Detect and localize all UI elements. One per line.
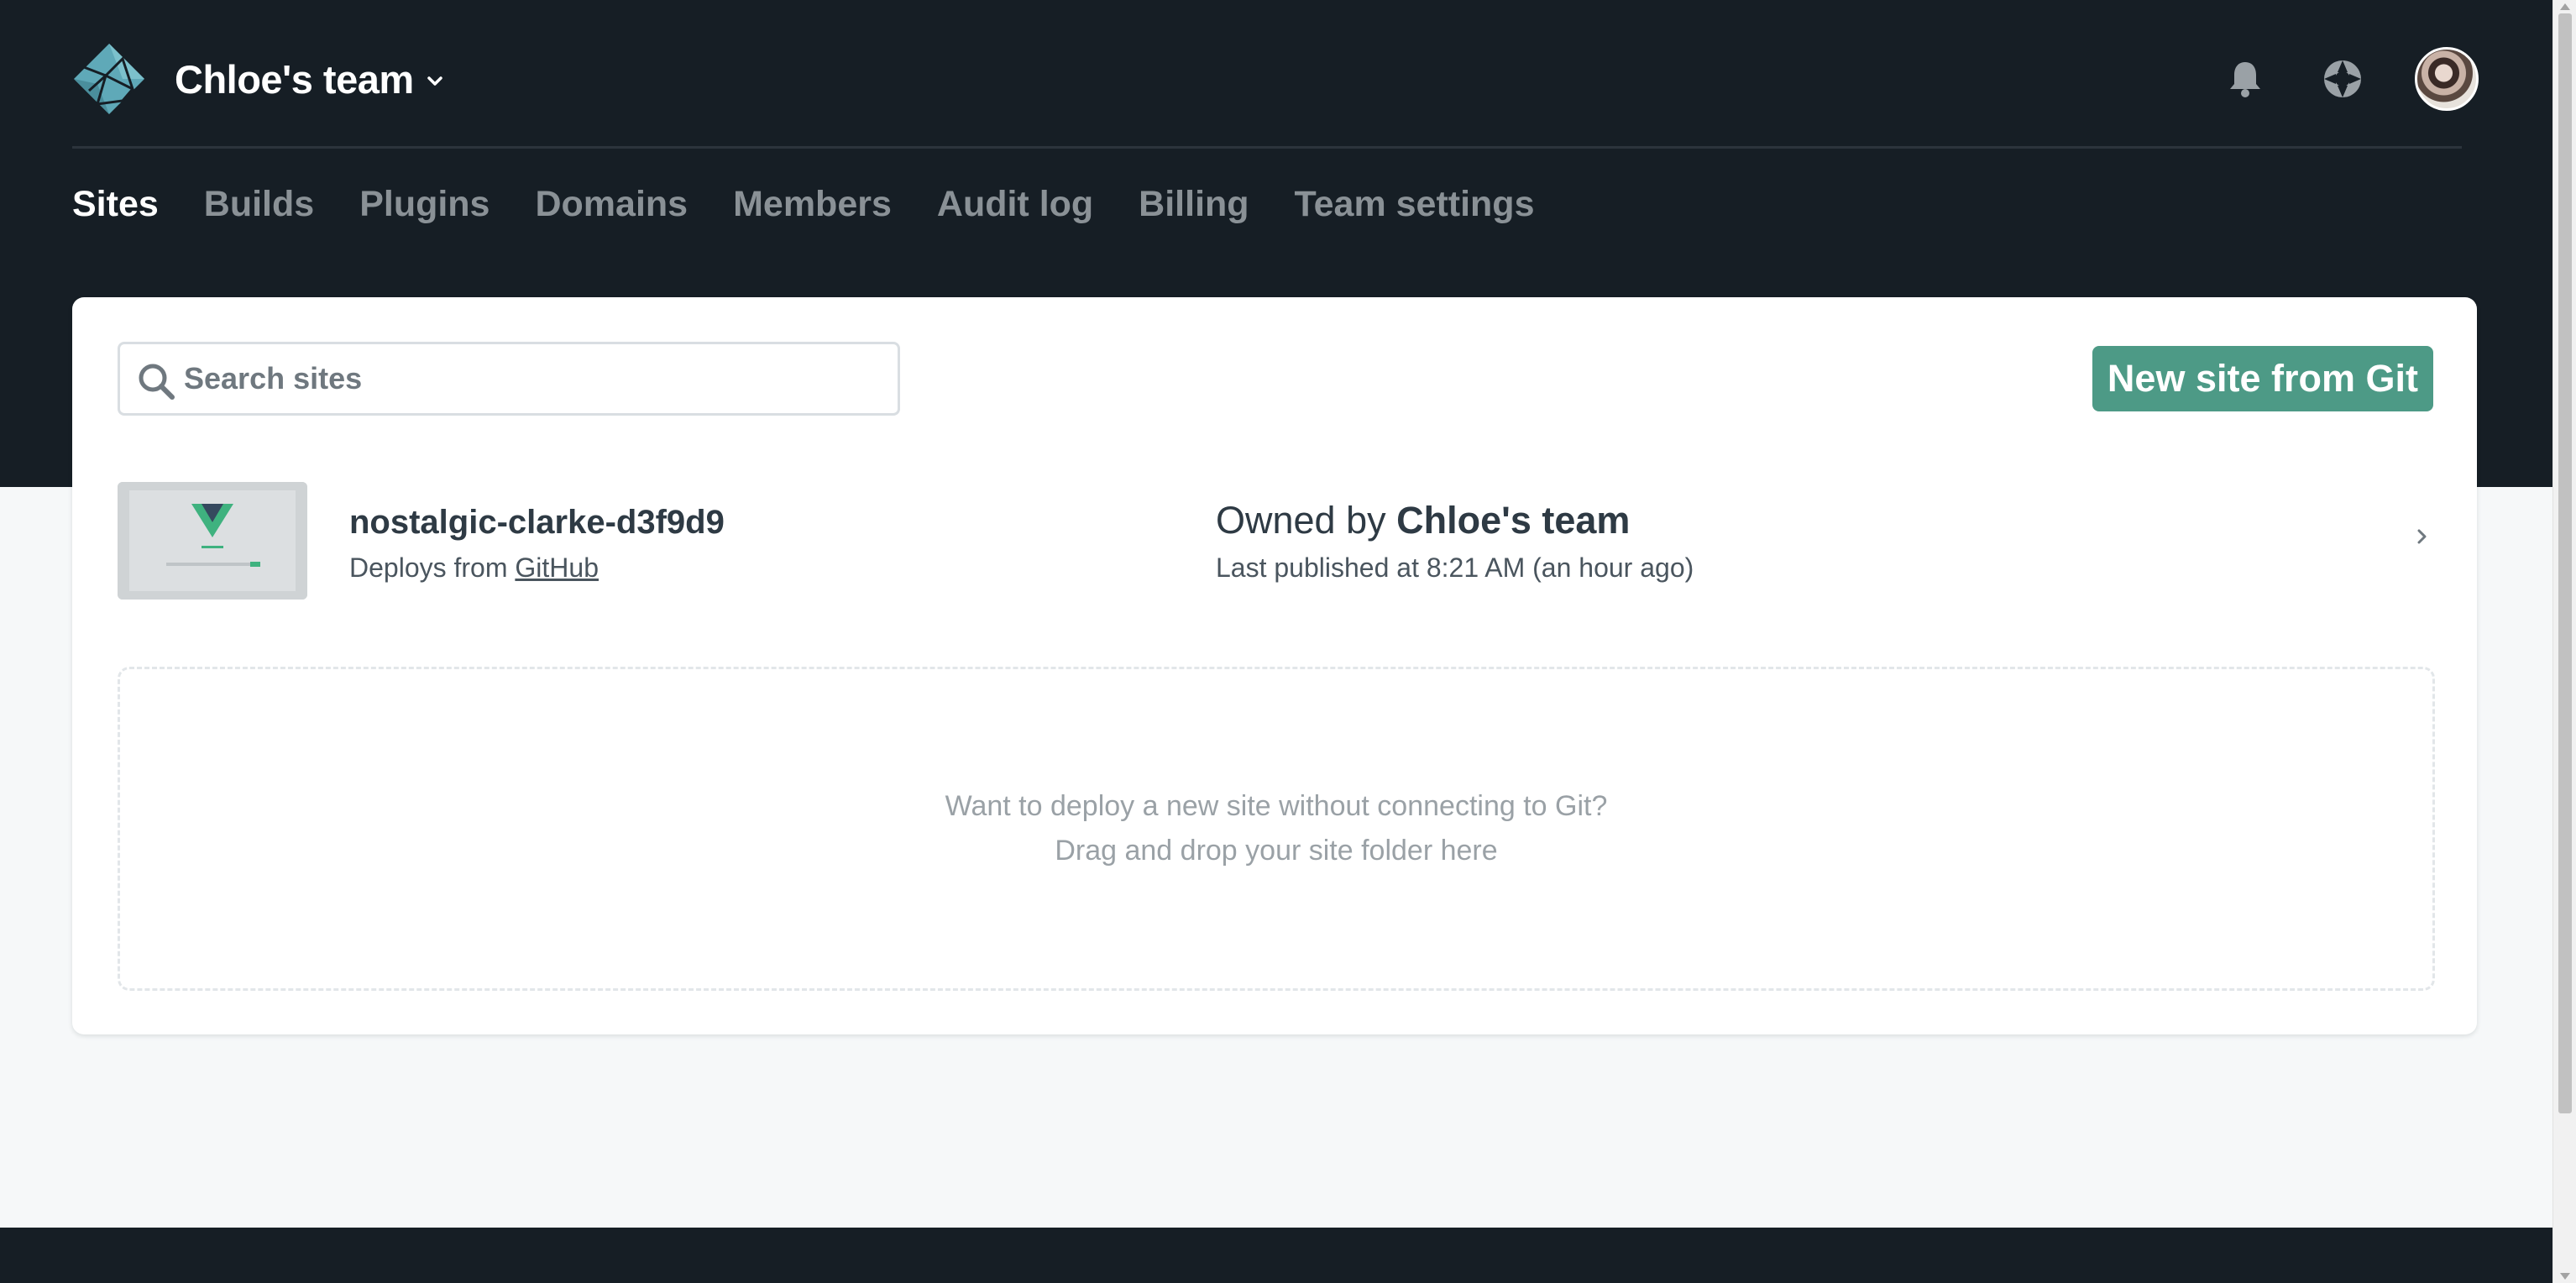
search-input[interactable]: [184, 344, 889, 413]
scroll-down-arrow-icon[interactable]: [2560, 1273, 2570, 1280]
tab-domains[interactable]: Domains: [535, 184, 688, 225]
tab-audit-log[interactable]: Audit log: [937, 184, 1093, 225]
header-divider: [72, 146, 2462, 149]
dropzone-instruction: Drag and drop your site folder here: [1055, 835, 1498, 867]
top-header: Chloe's team: [72, 37, 2504, 146]
scrollbar-thumb[interactable]: [2558, 13, 2572, 1113]
tab-plugins[interactable]: Plugins: [359, 184, 490, 225]
github-link[interactable]: GitHub: [515, 552, 599, 583]
deploy-source-line: Deploys from GitHub: [349, 552, 599, 584]
bell-icon: [2230, 62, 2260, 97]
footer-band: [0, 1228, 2552, 1283]
header-actions: [2220, 45, 2479, 113]
team-switcher[interactable]: Chloe's team: [175, 54, 444, 104]
team-nav-tabs: Sites Builds Plugins Domains Members Aud…: [72, 175, 1535, 233]
team-name: Chloe's team: [175, 56, 414, 102]
user-avatar[interactable]: [2415, 47, 2479, 111]
last-published: Last published at 8:21 AM (an hour ago): [1216, 552, 1694, 583]
chevron-down-icon: [427, 76, 442, 86]
site-name[interactable]: nostalgic-clarke-d3f9d9: [349, 504, 725, 542]
notifications-button[interactable]: [2220, 54, 2270, 104]
deploys-from-label: Deploys from: [349, 552, 508, 583]
dropzone-prompt: Want to deploy a new site without connec…: [945, 790, 1608, 822]
tab-team-settings[interactable]: Team settings: [1295, 184, 1535, 225]
page-scrollbar[interactable]: [2552, 0, 2576, 1283]
drag-drop-deploy-zone[interactable]: Want to deploy a new site without connec…: [118, 667, 2435, 991]
scroll-up-arrow-icon[interactable]: [2560, 3, 2570, 10]
search-box: [118, 342, 900, 416]
support-lifebuoy-icon: [2324, 60, 2361, 97]
site-preview-image: [118, 482, 307, 600]
owner-line: Owned by Chloe's team: [1216, 499, 1630, 542]
tab-billing[interactable]: Billing: [1139, 184, 1249, 225]
owner-name: Chloe's team: [1396, 499, 1631, 542]
new-site-from-git-button[interactable]: New site from Git: [2092, 346, 2433, 411]
chevron-right-icon: [2417, 529, 2427, 544]
search-icon: [139, 364, 175, 400]
support-button[interactable]: [2317, 54, 2368, 104]
netlify-logo-icon[interactable]: [72, 42, 146, 116]
site-thumbnail: [118, 482, 307, 600]
owned-by-label: Owned by: [1216, 499, 1386, 542]
tab-members[interactable]: Members: [733, 184, 892, 225]
site-row[interactable]: nostalgic-clarke-d3f9d9 Deploys from Git…: [118, 482, 2435, 608]
tab-sites[interactable]: Sites: [72, 184, 159, 225]
sites-card: New site from Git nostalgic-clarke-d3f9d…: [72, 297, 2477, 1034]
tab-builds[interactable]: Builds: [204, 184, 314, 225]
